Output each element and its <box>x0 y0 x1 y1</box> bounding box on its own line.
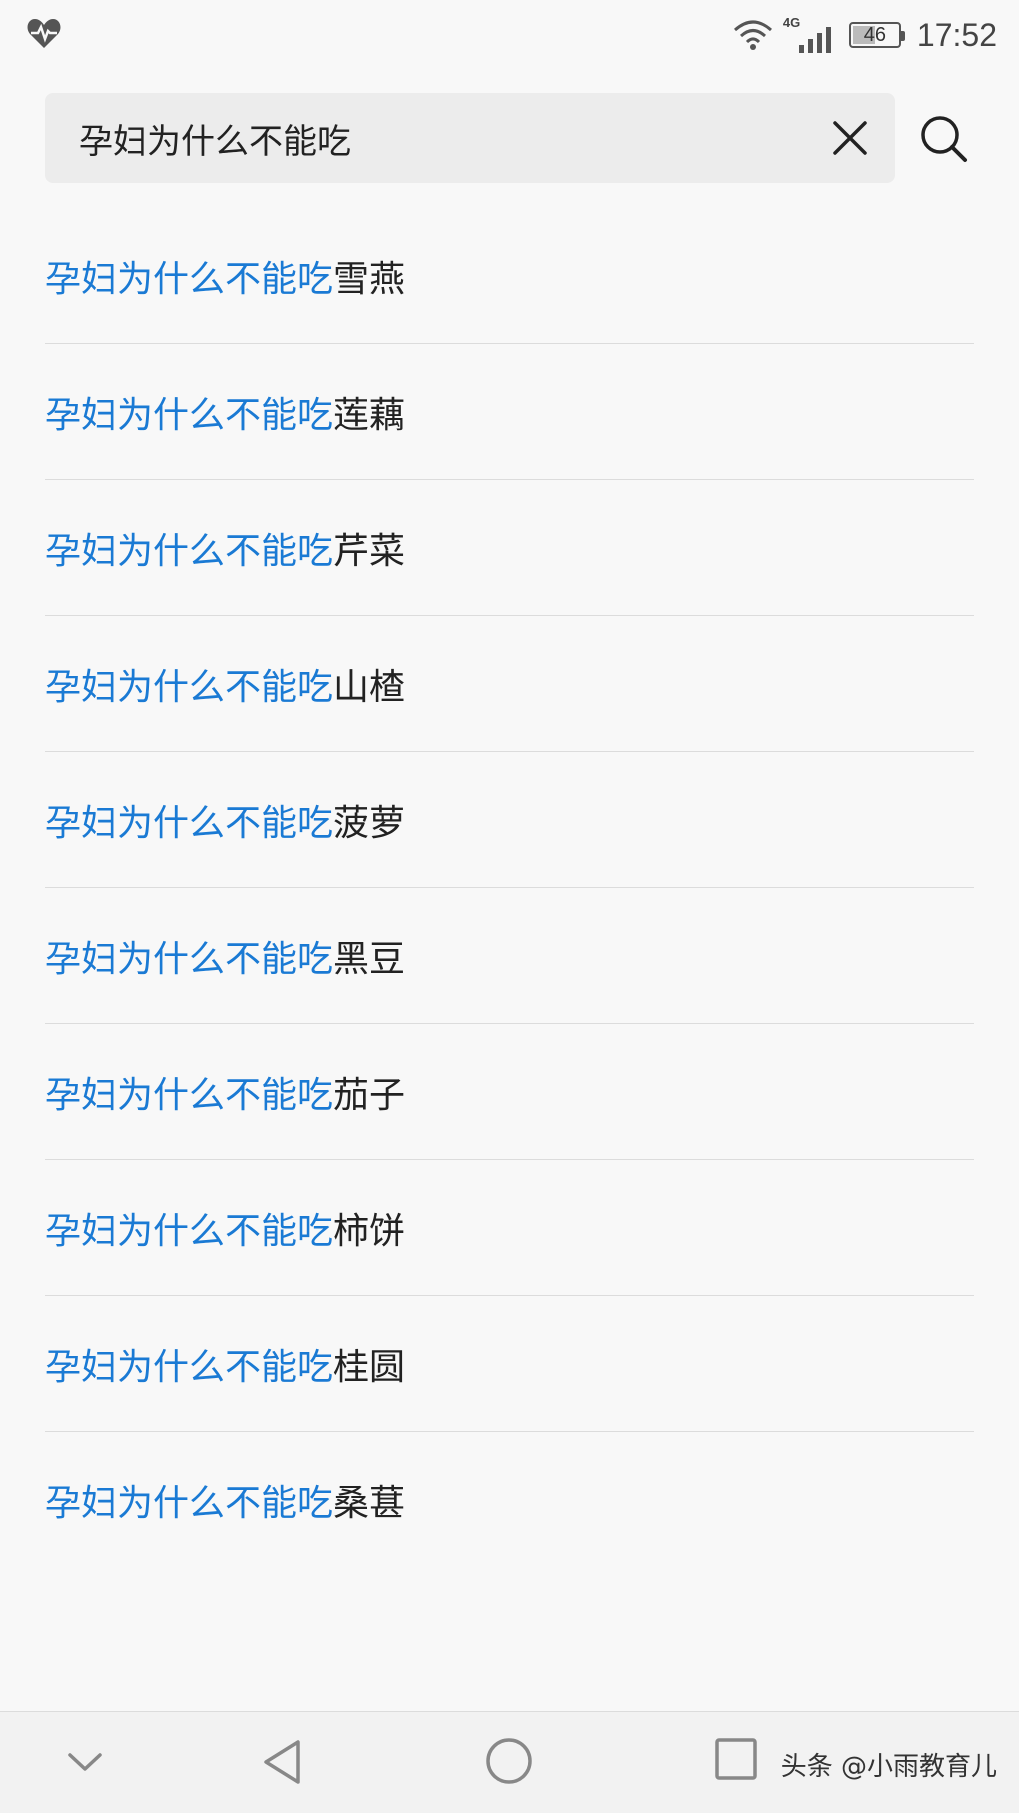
suggestion-item[interactable]: 孕妇为什么不能吃 雪燕 <box>45 208 974 344</box>
suggestion-match-text: 孕妇为什么不能吃 <box>45 394 334 436</box>
suggestion-match-text: 孕妇为什么不能吃 <box>45 666 334 708</box>
suggestion-match-text: 孕妇为什么不能吃 <box>45 530 334 572</box>
suggestion-item[interactable]: 孕妇为什么不能吃 芹菜 <box>45 480 974 616</box>
suggestion-item[interactable]: 孕妇为什么不能吃 茄子 <box>45 1024 974 1160</box>
suggestion-rest-text: 雪燕 <box>333 258 406 300</box>
suggestion-rest-text: 桂圆 <box>333 1346 406 1388</box>
suggestion-match-text: 孕妇为什么不能吃 <box>45 1482 334 1524</box>
battery-percent: 46 <box>863 23 887 46</box>
clear-search-button[interactable] <box>827 115 873 161</box>
suggestion-match-text: 孕妇为什么不能吃 <box>45 1346 334 1388</box>
search-icon[interactable] <box>918 113 970 165</box>
suggestion-item[interactable]: 孕妇为什么不能吃 山楂 <box>45 616 974 752</box>
suggestion-rest-text: 桑葚 <box>333 1482 406 1524</box>
suggestion-rest-text: 山楂 <box>333 666 406 708</box>
suggestion-item[interactable]: 孕妇为什么不能吃 桑葚 <box>45 1432 974 1567</box>
suggestion-match-text: 孕妇为什么不能吃 <box>45 1210 334 1252</box>
battery-indicator: 46 <box>848 22 905 48</box>
suggestion-rest-text: 茄子 <box>333 1074 406 1116</box>
back-triangle-icon[interactable] <box>258 1736 308 1788</box>
navigation-bar: 头条 @小雨教育儿 <box>0 1711 1019 1813</box>
suggestion-rest-text: 芹菜 <box>333 530 406 572</box>
home-circle-icon[interactable] <box>484 1736 534 1786</box>
status-bar: 4G 46 17:52 <box>0 0 1019 70</box>
status-time: 17:52 <box>916 16 997 53</box>
search-box <box>45 93 895 183</box>
suggestion-rest-text: 菠萝 <box>333 802 406 844</box>
suggestion-rest-text: 黑豆 <box>333 938 406 980</box>
suggestion-item[interactable]: 孕妇为什么不能吃 黑豆 <box>45 888 974 1024</box>
cellular-signal: 4G <box>783 15 839 53</box>
heart-rate-icon <box>27 19 61 48</box>
suggestion-rest-text: 柿饼 <box>333 1210 406 1252</box>
suggestion-list: 孕妇为什么不能吃 雪燕 孕妇为什么不能吃 莲藕 孕妇为什么不能吃 芹菜 孕妇为什么不能吃 山楂… <box>45 208 974 1567</box>
suggestion-match-text: 孕妇为什么不能吃 <box>45 258 334 300</box>
suggestion-item[interactable]: 孕妇为什么不能吃 桂圆 <box>45 1296 974 1432</box>
suggestion-match-text: 孕妇为什么不能吃 <box>45 802 334 844</box>
chevron-down-icon[interactable] <box>62 1742 108 1782</box>
suggestion-rest-text: 莲藕 <box>333 394 406 436</box>
watermark-text: 头条 @小雨教育儿 <box>780 1752 997 1782</box>
suggestion-match-text: 孕妇为什么不能吃 <box>45 1074 334 1116</box>
suggestion-match-text: 孕妇为什么不能吃 <box>45 938 334 980</box>
recent-square-icon[interactable] <box>713 1736 759 1782</box>
status-icons: 4G 46 17:52 <box>733 12 997 58</box>
suggestion-item[interactable]: 孕妇为什么不能吃 柿饼 <box>45 1160 974 1296</box>
signal-bars-icon <box>798 27 831 53</box>
wifi-icon <box>733 20 772 50</box>
search-input[interactable] <box>79 93 799 183</box>
suggestion-item[interactable]: 孕妇为什么不能吃 菠萝 <box>45 752 974 888</box>
suggestion-item[interactable]: 孕妇为什么不能吃 莲藕 <box>45 344 974 480</box>
